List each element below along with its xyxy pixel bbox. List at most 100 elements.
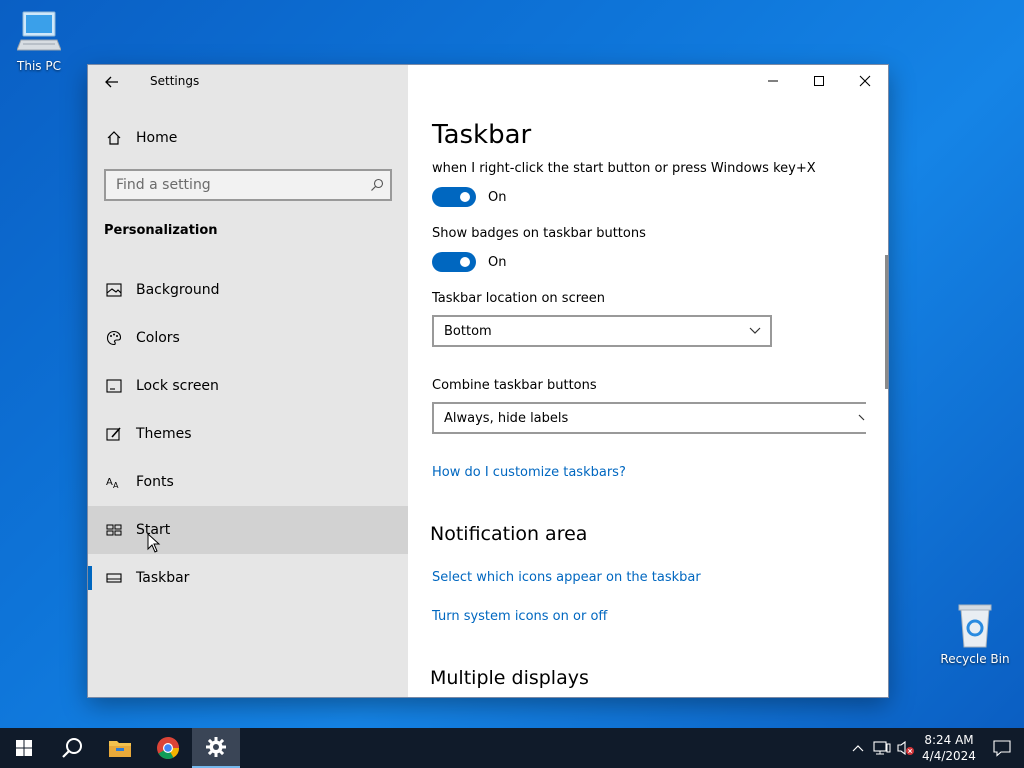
- sidebar-item-lock-screen[interactable]: Lock screen: [88, 362, 408, 410]
- search-button[interactable]: [48, 728, 96, 768]
- clock[interactable]: 8:24 AM 4/4/2024: [918, 732, 980, 764]
- title-bar: Settings: [88, 65, 408, 97]
- section-heading: Personalization: [104, 223, 218, 238]
- multiple-displays-heading: Multiple displays: [430, 667, 589, 689]
- sidebar-item-home[interactable]: Home: [88, 121, 408, 155]
- dropdown-value: Bottom: [444, 323, 492, 339]
- badges-toggle-row: On: [432, 252, 506, 272]
- start-layout-icon: [104, 524, 124, 536]
- location-setting-label: Taskbar location on screen: [432, 291, 606, 306]
- combine-setting-label: Combine taskbar buttons: [432, 378, 597, 393]
- notification-icon: [993, 740, 1011, 757]
- back-button[interactable]: [98, 69, 126, 95]
- sidebar-item-fonts[interactable]: AA Fonts: [88, 458, 408, 506]
- home-icon: [104, 130, 124, 146]
- sidebar-item-label: Background: [136, 282, 220, 298]
- fonts-icon: AA: [104, 475, 124, 489]
- maximize-button[interactable]: [796, 65, 842, 97]
- recycle-bin-icon: [958, 604, 992, 648]
- dropdown-value: Always, hide labels: [444, 410, 569, 426]
- system-icons-link[interactable]: Turn system icons on or off: [432, 609, 607, 624]
- notification-area-heading: Notification area: [430, 523, 588, 545]
- settings-window: Settings Home Personalization: [88, 65, 888, 697]
- network-icon: [873, 741, 891, 755]
- desktop-recycle-bin[interactable]: Recycle Bin: [937, 603, 1013, 666]
- clock-date: 4/4/2024: [922, 749, 976, 763]
- page-title: Taskbar: [432, 120, 532, 150]
- sidebar-item-taskbar[interactable]: Taskbar: [88, 554, 408, 602]
- taskbar: 8:24 AM 4/4/2024: [0, 728, 1024, 768]
- select-icons-link[interactable]: Select which icons appear on the taskbar: [432, 570, 701, 585]
- taskbar-location-dropdown[interactable]: Bottom: [432, 315, 772, 347]
- svg-text:A: A: [113, 481, 119, 489]
- volume-muted-icon: [897, 740, 914, 756]
- app-title: Settings: [150, 74, 200, 88]
- chevron-down-icon: [852, 414, 866, 422]
- toggle-state-label: On: [488, 254, 507, 270]
- settings-sidebar: Settings Home Personalization: [88, 65, 408, 697]
- badges-toggle[interactable]: [432, 252, 476, 272]
- badges-setting-label: Show badges on taskbar buttons: [432, 226, 646, 241]
- toggle-knob: [460, 257, 470, 267]
- find-setting-search[interactable]: [104, 169, 392, 201]
- sidebar-item-label: Taskbar: [136, 570, 190, 586]
- customize-taskbars-link[interactable]: How do I customize taskbars?: [432, 465, 626, 480]
- mouse-cursor-icon: [147, 533, 161, 553]
- lock-screen-icon: [104, 379, 124, 393]
- settings-taskbar-button[interactable]: [192, 728, 240, 768]
- close-icon: [859, 75, 871, 87]
- sidebar-item-label: Colors: [136, 330, 180, 346]
- close-button[interactable]: [842, 65, 888, 97]
- toggle-knob: [460, 192, 470, 202]
- show-hidden-icons-button[interactable]: [846, 728, 870, 768]
- network-button[interactable]: [870, 728, 894, 768]
- minimize-icon: [768, 80, 778, 82]
- themes-icon: [104, 426, 124, 442]
- start-button[interactable]: [0, 728, 48, 768]
- start-icon: [16, 740, 32, 756]
- desktop-this-pc[interactable]: This PC: [1, 10, 77, 73]
- svg-text:A: A: [106, 477, 113, 488]
- taskbar-icon: [104, 573, 124, 583]
- file-explorer-icon: [109, 741, 131, 757]
- palette-icon: [104, 330, 124, 346]
- desktop-recycle-bin-label: Recycle Bin: [940, 652, 1010, 666]
- settings-gear-icon: [206, 737, 226, 757]
- sidebar-nav: Background Colors Lock screen Themes A A…: [88, 266, 408, 602]
- file-explorer-button[interactable]: [96, 728, 144, 768]
- minimize-button[interactable]: [750, 65, 796, 97]
- picture-icon: [104, 283, 124, 297]
- settings-content: Taskbar when I right-click the start but…: [408, 65, 888, 697]
- sidebar-item-label: Lock screen: [136, 378, 219, 394]
- right-click-setting-text: when I right-click the start button or p…: [432, 161, 816, 176]
- sidebar-item-themes[interactable]: Themes: [88, 410, 408, 458]
- back-arrow-icon: [105, 76, 118, 88]
- volume-button[interactable]: [894, 728, 918, 768]
- search-icon[interactable]: [364, 178, 390, 192]
- toggle-state-label: On: [488, 189, 507, 205]
- scrollbar[interactable]: [885, 255, 888, 389]
- sidebar-item-background[interactable]: Background: [88, 266, 408, 314]
- search-icon: [62, 738, 82, 758]
- window-controls: [750, 65, 888, 97]
- sidebar-item-start[interactable]: Start: [88, 506, 408, 554]
- chrome-button[interactable]: [144, 728, 192, 768]
- action-center-button[interactable]: [980, 728, 1024, 768]
- winx-powershell-toggle[interactable]: [432, 187, 476, 207]
- search-input[interactable]: [106, 177, 364, 193]
- chevron-down-icon: [740, 327, 770, 335]
- combine-buttons-dropdown[interactable]: Always, hide labels: [432, 402, 866, 434]
- sidebar-item-label: Themes: [136, 426, 192, 442]
- home-label: Home: [136, 130, 178, 146]
- sidebar-item-colors[interactable]: Colors: [88, 314, 408, 362]
- chrome-icon: [157, 737, 179, 759]
- selected-indicator: [88, 566, 92, 590]
- desktop-this-pc-label: This PC: [17, 59, 61, 73]
- system-tray: 8:24 AM 4/4/2024: [846, 728, 1024, 768]
- maximize-icon: [814, 76, 824, 86]
- chevron-up-icon: [852, 745, 864, 752]
- sidebar-item-label: Fonts: [136, 474, 174, 490]
- computer-icon: [17, 11, 61, 51]
- winx-toggle-row: On: [432, 187, 506, 207]
- clock-time: 8:24 AM: [924, 733, 974, 747]
